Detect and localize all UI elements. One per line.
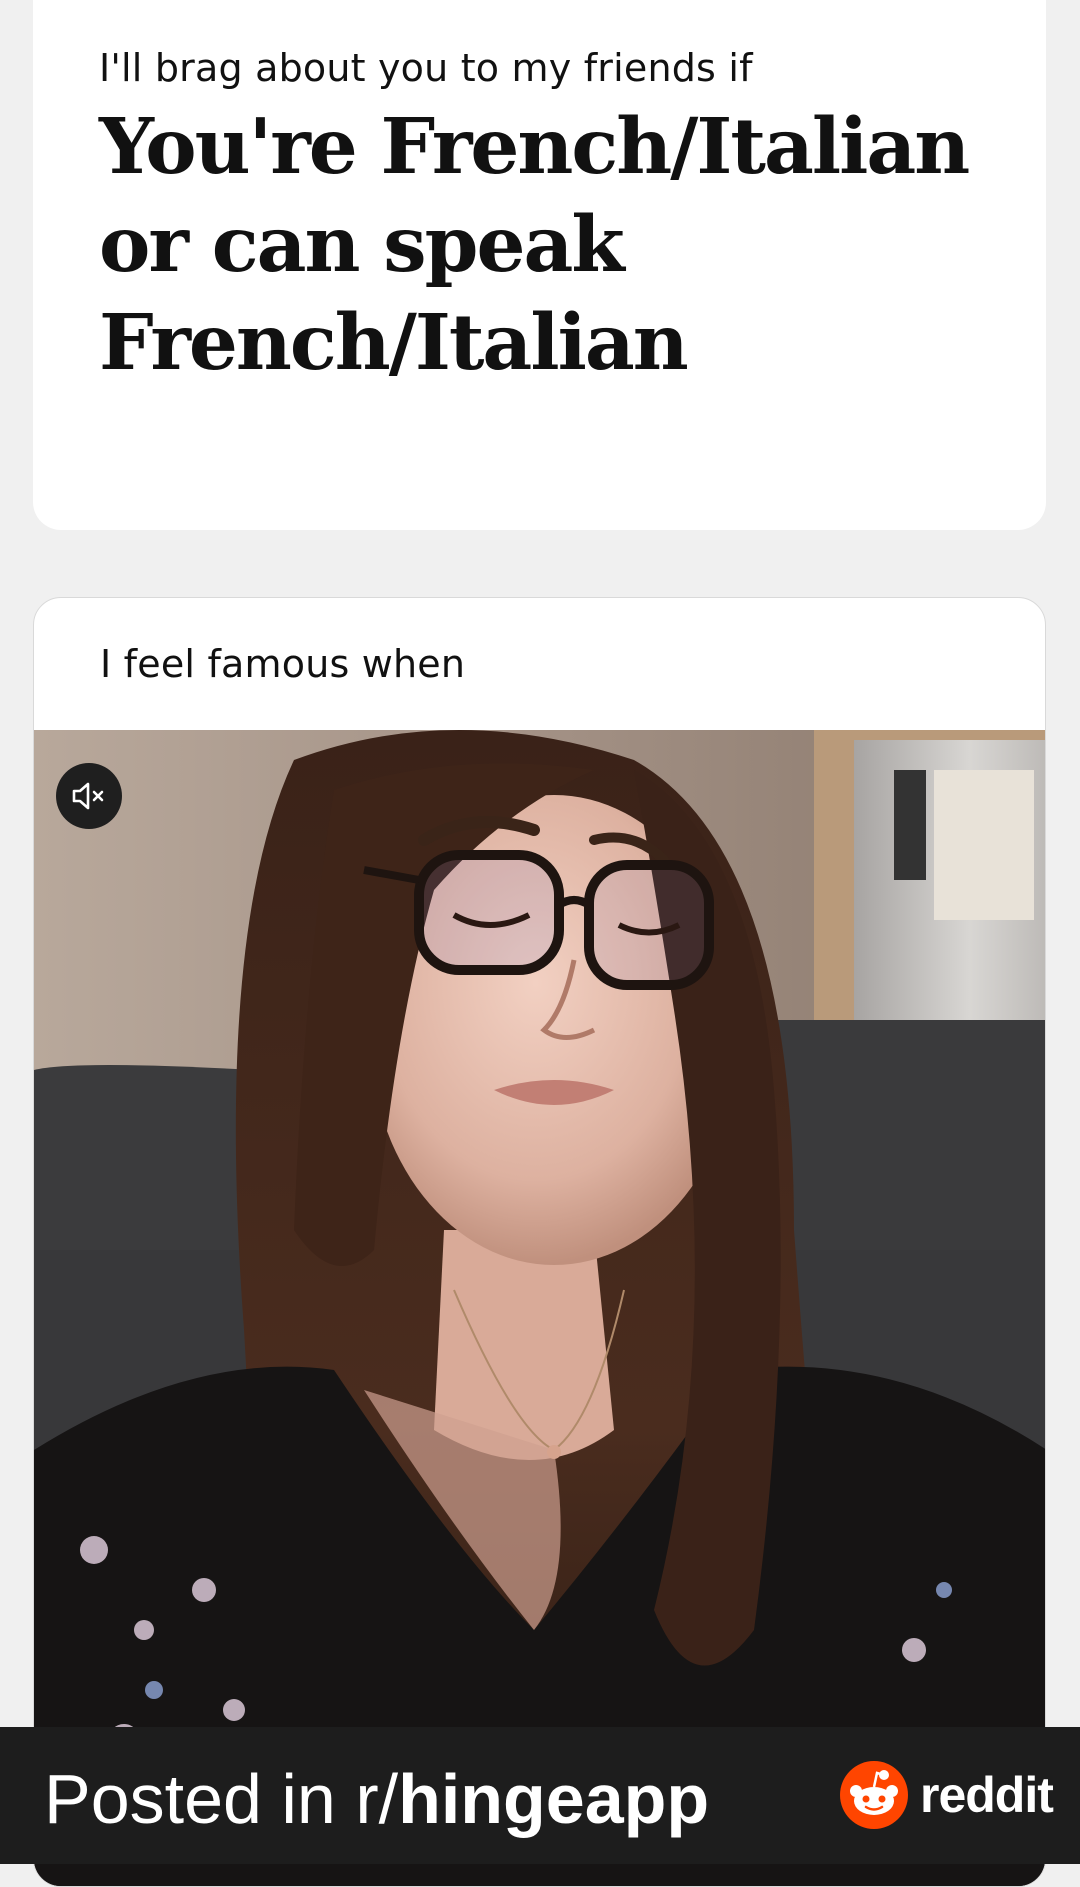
mute-button[interactable] xyxy=(56,763,122,829)
prompt-answer: You're French/Italian or can speak Frenc… xyxy=(99,102,970,388)
prompt-question: I'll brag about you to my friends if xyxy=(99,46,753,90)
reddit-logo[interactable]: reddit xyxy=(840,1761,1054,1829)
video-frame xyxy=(34,730,1045,1886)
posted-in-label: Posted in xyxy=(44,1760,356,1838)
reddit-snoo-icon xyxy=(840,1761,908,1829)
video-prompt-card: I feel famous when xyxy=(33,597,1046,1887)
prompt-question: I feel famous when xyxy=(100,642,466,686)
prompt-card: I'll brag about you to my friends if You… xyxy=(33,0,1046,530)
subreddit-name[interactable]: hingeapp xyxy=(398,1760,709,1838)
reddit-footer-banner: Posted in r/hingeapp reddit xyxy=(0,1727,1080,1864)
posted-in-text: Posted in r/hingeapp xyxy=(44,1759,709,1839)
subreddit-prefix: r/ xyxy=(355,1760,399,1838)
profile-video[interactable] xyxy=(34,730,1045,1886)
speaker-muted-icon xyxy=(72,782,104,810)
reddit-wordmark: reddit xyxy=(920,1767,1054,1823)
